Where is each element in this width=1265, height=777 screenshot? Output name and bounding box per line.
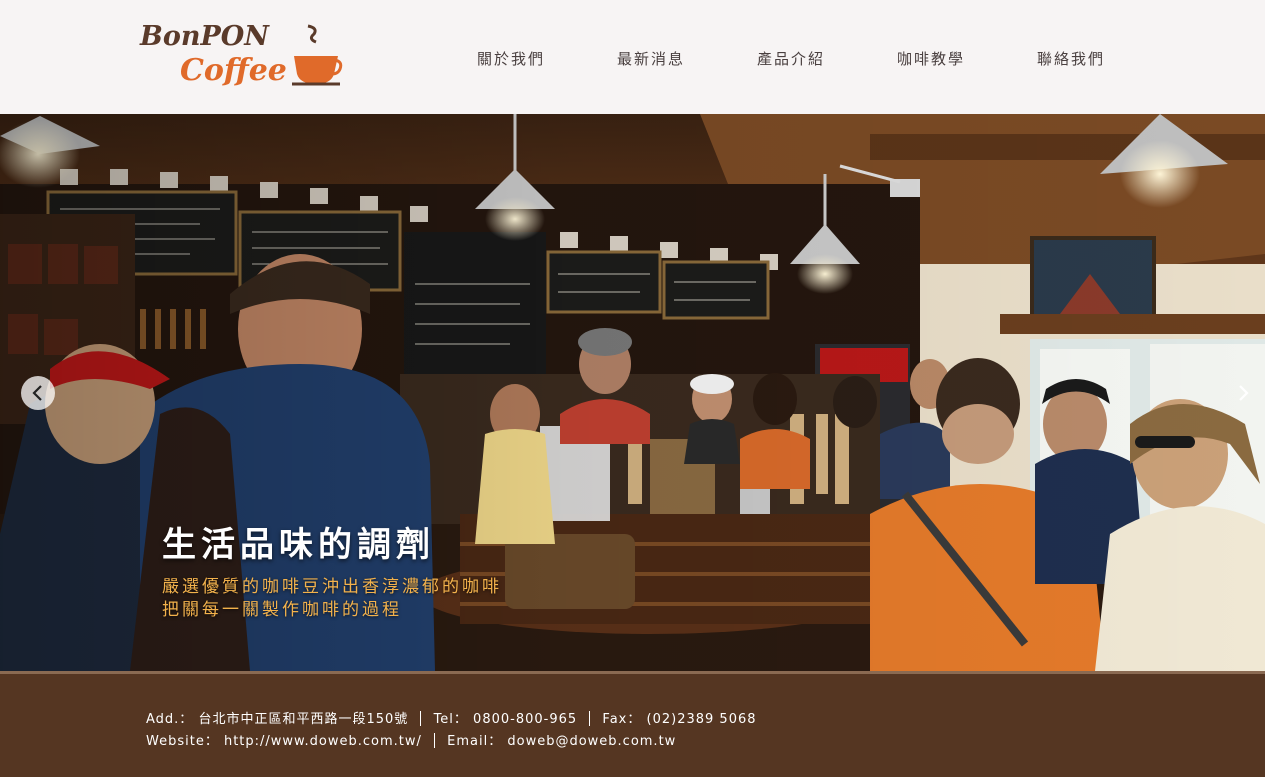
divider	[589, 711, 591, 726]
footer-contact-line: Add.： 台北市中正區和平西路一段150號 Tel： 0800-800-965…	[146, 708, 757, 727]
footer-web-line: Website： http://www.doweb.com.tw/ Email：…	[146, 730, 676, 749]
tel-value[interactable]: 0800-800-965	[473, 712, 577, 727]
chevron-right-icon	[1239, 385, 1249, 401]
divider	[434, 733, 435, 748]
fax-label: Fax：	[602, 712, 642, 727]
nav-item-products[interactable]: 產品介紹	[757, 48, 825, 69]
site-footer: Add.： 台北市中正區和平西路一段150號 Tel： 0800-800-965…	[0, 671, 1265, 777]
hero-title: 生活品味的調劑	[162, 525, 435, 565]
hero-subtitle-line1: 嚴選優質的咖啡豆沖出香淳濃郁的咖啡	[162, 577, 502, 597]
divider	[420, 711, 422, 726]
website-link[interactable]: http://www.doweb.com.tw/	[224, 734, 422, 749]
slider-prev-button[interactable]	[21, 376, 55, 410]
nav-item-contact[interactable]: 聯絡我們	[1037, 48, 1105, 69]
hero-subtitle-line2: 把關每一關製作咖啡的過程	[162, 600, 402, 620]
address-value: 台北市中正區和平西路一段150號	[198, 712, 409, 727]
nav-item-news[interactable]: 最新消息	[617, 48, 685, 69]
hero-slider: 生活品味的調劑 嚴選優質的咖啡豆沖出香淳濃郁的咖啡 把關每一關製作咖啡的過程	[0, 114, 1265, 671]
email-link[interactable]: doweb@doweb.com.tw	[507, 734, 676, 749]
nav-item-about[interactable]: 關於我們	[477, 48, 545, 69]
email-label: Email：	[447, 734, 503, 749]
address-label: Add.：	[146, 712, 194, 727]
chevron-left-icon	[32, 385, 42, 401]
slider-next-button[interactable]	[1231, 376, 1265, 410]
nav-item-coffee-lessons[interactable]: 咖啡教學	[897, 48, 965, 69]
fax-value: (02)2389 5068	[646, 712, 757, 727]
main-nav: 關於我們 最新消息 產品介紹 咖啡教學 聯絡我們	[0, 48, 1265, 70]
website-label: Website：	[146, 734, 219, 749]
tel-label: Tel：	[433, 712, 468, 727]
site-header: BonPON Coffee 關於我們 最新消息 產品介紹 咖啡教學 聯絡我們	[0, 0, 1265, 114]
